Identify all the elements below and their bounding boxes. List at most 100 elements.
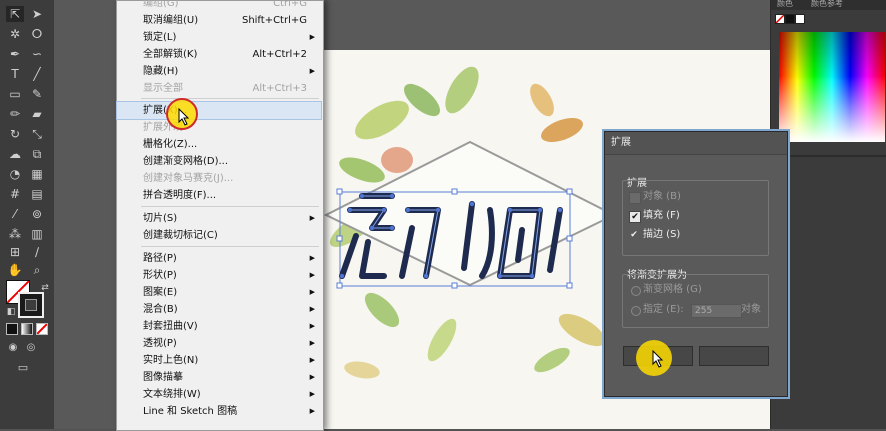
menu-item-slice[interactable]: 切片(S) ▶ bbox=[117, 210, 321, 227]
menu-item-expand[interactable]: 扩展(X)... bbox=[116, 101, 322, 120]
swap-fill-stroke-icon[interactable]: ⇄ bbox=[36, 280, 54, 296]
menu-item-show-all[interactable]: 显示全部 Alt+Ctrl+3 bbox=[117, 80, 321, 97]
menu-item-pattern[interactable]: 图案(E) ▶ bbox=[117, 284, 321, 301]
gradient-mode-icon[interactable] bbox=[21, 323, 33, 335]
panel-divider bbox=[771, 155, 886, 157]
leaf bbox=[355, 100, 409, 140]
menu-item-rasterize[interactable]: 栅格化(Z)... bbox=[117, 136, 321, 153]
magic-wand-tool-icon[interactable]: ✲ bbox=[6, 26, 24, 42]
eraser-tool-icon[interactable]: ▰ bbox=[28, 106, 46, 122]
pen-tool-icon[interactable]: ✒ bbox=[6, 46, 24, 62]
menu-item-blend[interactable]: 混合(B) ▶ bbox=[117, 301, 321, 318]
menu-separator bbox=[141, 206, 319, 207]
menu-item-line-and-sketch-art[interactable]: Line 和 Sketch 图稿 ▶ bbox=[117, 403, 321, 420]
menu-item-lock[interactable]: 锁定(L) ▶ bbox=[117, 29, 321, 46]
menu-item-perspective[interactable]: 透视(P) ▶ bbox=[117, 335, 321, 352]
objects-unit-label: 对象 bbox=[741, 304, 761, 315]
zoom-tool-icon[interactable]: ⌕ bbox=[28, 262, 46, 278]
leaf bbox=[541, 117, 583, 143]
menu-item-live-paint[interactable]: 实时上色(N) ▶ bbox=[117, 352, 321, 369]
none-mode-icon[interactable] bbox=[36, 323, 48, 335]
menu-item-flatten-transparency[interactable]: 拼合透明度(F)... bbox=[117, 187, 321, 204]
draw-behind-icon[interactable]: ◎ bbox=[22, 340, 40, 356]
menu-item-hide[interactable]: 隐藏(H) ▶ bbox=[117, 63, 321, 80]
lasso-tool-icon[interactable]: ⵔ bbox=[28, 26, 46, 42]
draw-mode-icon[interactable]: ◉ bbox=[4, 340, 22, 356]
mesh-tool-icon[interactable]: # bbox=[6, 186, 24, 202]
submenu-arrow-icon: ▶ bbox=[309, 322, 315, 330]
glyph-stroke bbox=[515, 227, 525, 263]
menu-item-image-trace[interactable]: 图像描摹 ▶ bbox=[117, 369, 321, 386]
type-tool-icon[interactable]: T bbox=[6, 66, 24, 82]
submenu-arrow-icon: ▶ bbox=[309, 271, 315, 279]
blend-tool-icon[interactable]: ⊚ bbox=[28, 206, 46, 222]
paintbrush-tool-icon[interactable]: ✎ bbox=[28, 86, 46, 102]
leaf bbox=[427, 318, 457, 362]
glyph-stroke bbox=[359, 239, 387, 279]
submenu-arrow-icon: ▶ bbox=[309, 339, 315, 347]
none-color-swatch[interactable] bbox=[775, 14, 785, 24]
object-checkbox[interactable] bbox=[629, 192, 641, 204]
submenu-arrow-icon: ▶ bbox=[309, 214, 315, 222]
leaf bbox=[364, 292, 400, 328]
submenu-arrow-icon: ▶ bbox=[309, 67, 315, 75]
mouse-pointer-icon bbox=[652, 350, 664, 368]
submenu-arrow-icon: ▶ bbox=[309, 254, 315, 262]
menu-item-create-gradient-mesh[interactable]: 创建渐变网格(D)... bbox=[117, 153, 321, 170]
submenu-arrow-icon: ▶ bbox=[309, 407, 315, 415]
pencil-tool-icon[interactable]: ✏ bbox=[6, 106, 24, 122]
gradient-mesh-radio[interactable] bbox=[631, 286, 641, 296]
gradient-tool-icon[interactable]: ▤ bbox=[28, 186, 46, 202]
scale-tool-icon[interactable]: ⤡ bbox=[28, 126, 46, 142]
white-color-swatch[interactable] bbox=[795, 14, 805, 24]
tab-color-guide[interactable]: 颜色参考 bbox=[811, 0, 843, 10]
default-fill-stroke-icon[interactable]: ◧ bbox=[2, 304, 20, 320]
specify-objects-input[interactable]: 255 bbox=[691, 304, 742, 318]
leaf bbox=[339, 157, 385, 183]
menu-item-create-trim-marks[interactable]: 创建裁切标记(C) bbox=[117, 227, 321, 244]
stroke-checkbox[interactable]: ✔ bbox=[629, 230, 639, 240]
submenu-arrow-icon: ▶ bbox=[309, 373, 315, 381]
warp-tool-icon[interactable]: ☁ bbox=[6, 146, 24, 162]
black-color-swatch[interactable] bbox=[785, 14, 795, 24]
perspective-grid-tool-icon[interactable]: ▦ bbox=[28, 166, 46, 182]
menu-item-envelope-distort[interactable]: 封套扭曲(V) ▶ bbox=[117, 318, 321, 335]
eyedropper-tool-icon[interactable]: ⁄ bbox=[6, 206, 24, 222]
menu-item-group[interactable]: 编组(G) Ctrl+G bbox=[117, 0, 321, 12]
direct-selection-tool-icon[interactable]: ➤ bbox=[28, 6, 46, 22]
screen-mode-icon[interactable]: ▭ bbox=[14, 360, 32, 376]
color-spectrum[interactable] bbox=[779, 32, 885, 142]
menu-item-shape[interactable]: 形状(P) ▶ bbox=[117, 267, 321, 284]
leaf bbox=[530, 83, 554, 117]
leaf bbox=[558, 313, 606, 347]
cancel-button[interactable] bbox=[699, 346, 769, 366]
menu-item-unlock-all[interactable]: 全部解锁(K) Alt+Ctrl+2 bbox=[117, 46, 321, 63]
tab-color[interactable]: 颜色 bbox=[777, 0, 793, 10]
rectangle-tool-icon[interactable]: ▭ bbox=[6, 86, 24, 102]
curvature-tool-icon[interactable]: ∽ bbox=[28, 46, 46, 62]
color-mode-icon[interactable] bbox=[6, 323, 18, 335]
menu-item-text-wrap[interactable]: 文本绕排(W) ▶ bbox=[117, 386, 321, 403]
artboard-tool-icon[interactable]: ⊞ bbox=[6, 244, 24, 260]
dialog-titlebar[interactable]: 扩展 bbox=[605, 132, 787, 155]
hand-tool-icon[interactable]: ✋ bbox=[6, 262, 24, 278]
menu-separator bbox=[141, 98, 319, 99]
submenu-arrow-icon: ▶ bbox=[309, 288, 315, 296]
free-transform-tool-icon[interactable]: ⧉ bbox=[28, 146, 46, 162]
selection-tool-icon[interactable]: ⇱ bbox=[6, 6, 24, 22]
specify-radio[interactable] bbox=[631, 306, 641, 316]
line-tool-icon[interactable]: ╱ bbox=[28, 66, 46, 82]
menu-item-create-object-mosaic[interactable]: 创建对象马赛克(J)... bbox=[117, 170, 321, 187]
slice-tool-icon[interactable]: ∕ bbox=[28, 244, 46, 260]
rotate-tool-icon[interactable]: ↻ bbox=[6, 126, 24, 142]
shape-builder-tool-icon[interactable]: ◔ bbox=[6, 166, 24, 182]
menu-item-ungroup[interactable]: 取消编组(U) Shift+Ctrl+G bbox=[117, 12, 321, 29]
object-menu: 编组(G) Ctrl+G 取消编组(U) Shift+Ctrl+G 锁定(L) ▶ 全… bbox=[116, 0, 324, 431]
fill-checkbox[interactable]: ✔ bbox=[629, 211, 641, 223]
column-graph-tool-icon[interactable]: ▥ bbox=[28, 226, 46, 242]
tools-panel: ⇱ ➤ ✲ ⵔ ✒ ∽ T ╱ ▭ ✎ ✏ ▰ ↻ ⤡ ☁ ⧉ ◔ ▦ # ▤ … bbox=[0, 0, 55, 429]
symbol-sprayer-tool-icon[interactable]: ⁂ bbox=[6, 226, 24, 242]
menu-item-path[interactable]: 路径(P) ▶ bbox=[117, 250, 321, 267]
menu-item-expand-appearance[interactable]: 扩展外观 bbox=[117, 119, 321, 136]
submenu-arrow-icon: ▶ bbox=[309, 33, 315, 41]
